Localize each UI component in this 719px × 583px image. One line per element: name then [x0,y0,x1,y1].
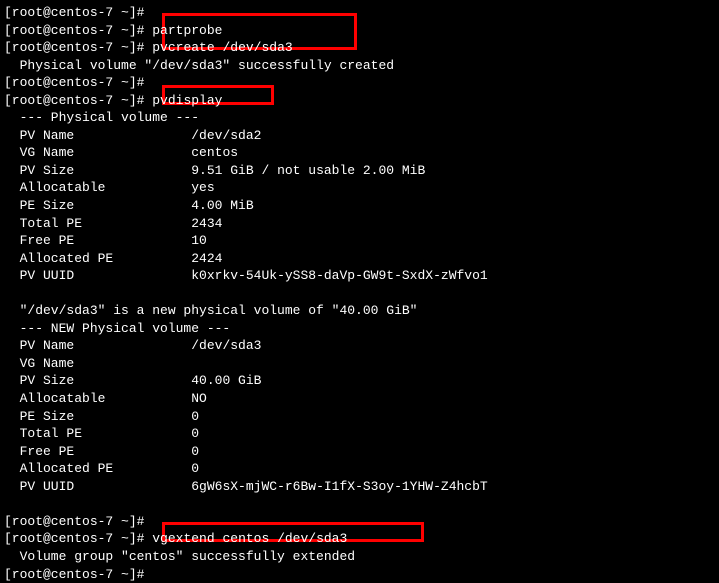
value: 0 [191,426,199,441]
value: 4.00 MiB [191,198,253,213]
label: Allocated PE [4,251,113,266]
pvdisplay-newpv-line: "/dev/sda3" is a new physical volume of … [4,302,715,320]
pv1-name: PV Name /dev/sda2 [4,127,715,145]
label: Total PE [4,426,82,441]
label: Allocated PE [4,461,113,476]
value: 9.51 GiB / not usable 2.00 MiB [191,163,425,178]
value: 0 [191,444,199,459]
value: 40.00 GiB [191,373,261,388]
pad [74,373,191,388]
pad [74,233,191,248]
value: 2424 [191,251,222,266]
command-pvdisplay: pvdisplay [152,93,222,108]
command-pvcreate: pvcreate /dev/sda3 [152,40,292,55]
pad [74,198,191,213]
pv2-freepe: Free PE 0 [4,443,715,461]
pv1-uuid: PV UUID k0xrkv-54Uk-ySS8-daVp-GW9t-SxdX-… [4,267,715,285]
value: k0xrkv-54Uk-ySS8-daVp-GW9t-SxdX-zWfvo1 [191,268,487,283]
value: 2434 [191,216,222,231]
label: Total PE [4,216,82,231]
pv2-pesize: PE Size 0 [4,408,715,426]
pv1-freepe: Free PE 10 [4,232,715,250]
shell-prompt: [root@centos-7 ~]# [4,5,144,20]
blank-line [4,285,715,303]
prompt-line-empty[interactable]: [root@centos-7 ~]# [4,74,715,92]
value: centos [191,145,238,160]
pv2-name: PV Name /dev/sda3 [4,337,715,355]
value: /dev/sda3 [191,338,261,353]
pv1-pvsize: PV Size 9.51 GiB / not usable 2.00 MiB [4,162,715,180]
pv2-uuid: PV UUID 6gW6sX-mjWC-r6Bw-I1fX-S3oy-1YHW-… [4,478,715,496]
pv2-pvsize: PV Size 40.00 GiB [4,372,715,390]
command-vgextend: vgextend centos /dev/sda3 [152,531,347,546]
pv1-allocatable: Allocatable yes [4,179,715,197]
prompt-line-partprobe[interactable]: [root@centos-7 ~]# partprobe [4,22,715,40]
shell-prompt: [root@centos-7 ~]# [4,93,144,108]
output-vgextend: Volume group "centos" successfully exten… [4,548,715,566]
pad [74,409,191,424]
pvdisplay-header2: --- NEW Physical volume --- [4,320,715,338]
value: /dev/sda2 [191,128,261,143]
shell-prompt: [root@centos-7 ~]# [4,23,144,38]
pad [74,163,191,178]
label: PV UUID [4,479,74,494]
pv1-allocpe: Allocated PE 2424 [4,250,715,268]
output-pvcreate: Physical volume "/dev/sda3" successfully… [4,57,715,75]
prompt-line-empty[interactable]: [root@centos-7 ~]# [4,4,715,22]
pv2-allocpe: Allocated PE 0 [4,460,715,478]
prompt-line-current[interactable]: [root@centos-7 ~]# [4,566,715,583]
prompt-line-pvdisplay[interactable]: [root@centos-7 ~]# pvdisplay [4,92,715,110]
shell-prompt: [root@centos-7 ~]# [4,75,144,90]
pad [74,268,191,283]
label: VG Name [4,356,74,371]
value: NO [191,391,207,406]
label: PV Name [4,128,74,143]
pad [74,356,191,371]
label: PE Size [4,409,74,424]
pv2-totalpe: Total PE 0 [4,425,715,443]
pv1-pesize: PE Size 4.00 MiB [4,197,715,215]
shell-prompt: [root@centos-7 ~]# [4,40,144,55]
label: PV Size [4,373,74,388]
pad [74,479,191,494]
value: 0 [191,461,199,476]
label: PV Size [4,163,74,178]
pad [74,338,191,353]
pvdisplay-header1: --- Physical volume --- [4,109,715,127]
command-partprobe: partprobe [152,23,222,38]
prompt-line-empty[interactable]: [root@centos-7 ~]# [4,513,715,531]
pv1-totalpe: Total PE 2434 [4,215,715,233]
label: PV UUID [4,268,74,283]
label: Allocatable [4,180,105,195]
value: yes [191,180,214,195]
shell-prompt: [root@centos-7 ~]# [4,514,144,529]
pv2-allocatable: Allocatable NO [4,390,715,408]
label: PV Name [4,338,74,353]
pv1-vgname: VG Name centos [4,144,715,162]
value: 6gW6sX-mjWC-r6Bw-I1fX-S3oy-1YHW-Z4hcbT [191,479,487,494]
pad [74,444,191,459]
shell-prompt: [root@centos-7 ~]# [4,531,144,546]
label: Allocatable [4,391,105,406]
label: Free PE [4,444,74,459]
value: 10 [191,233,207,248]
pv2-vgname: VG Name [4,355,715,373]
label: VG Name [4,145,74,160]
pad [74,145,191,160]
label: Free PE [4,233,74,248]
blank-line [4,495,715,513]
prompt-line-pvcreate[interactable]: [root@centos-7 ~]# pvcreate /dev/sda3 [4,39,715,57]
pad [74,128,191,143]
label: PE Size [4,198,74,213]
prompt-line-vgextend[interactable]: [root@centos-7 ~]# vgextend centos /dev/… [4,530,715,548]
value: 0 [191,409,199,424]
